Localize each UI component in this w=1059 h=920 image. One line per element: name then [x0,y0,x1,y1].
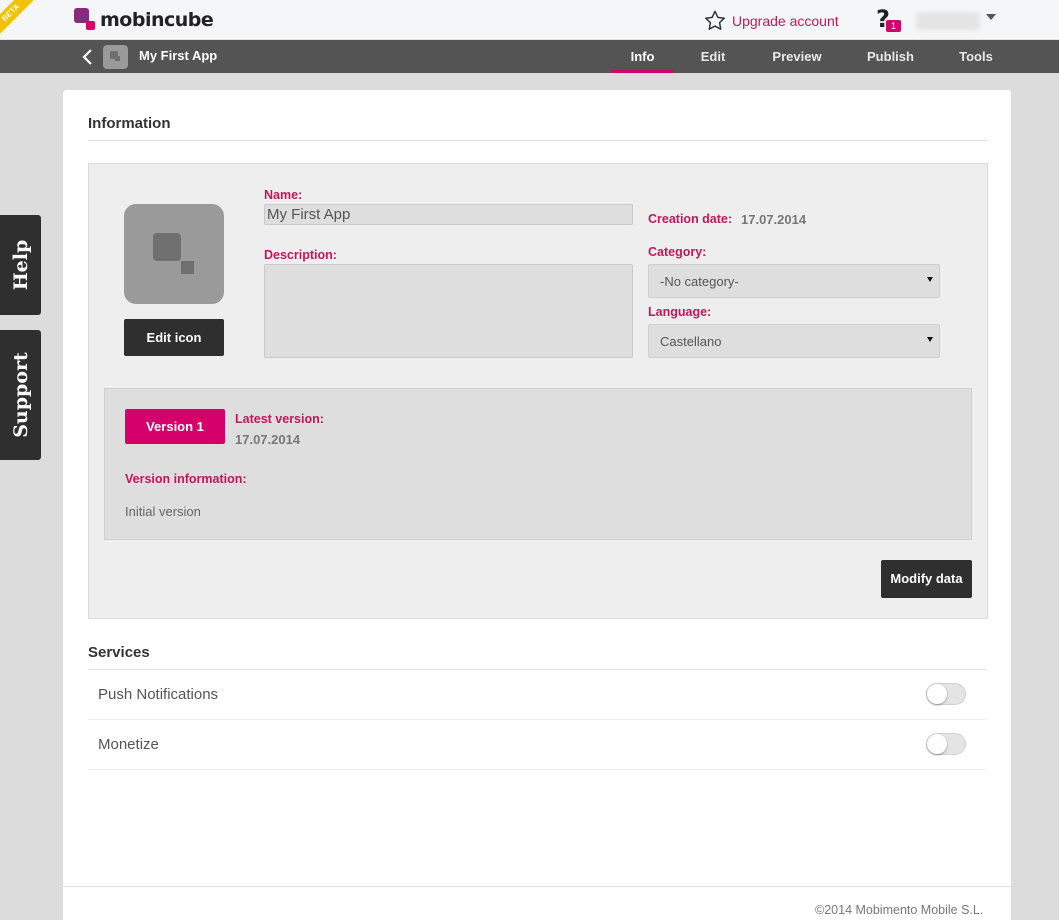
dropdown-arrow-icon [927,277,933,282]
logo[interactable]: mobincube [74,7,214,33]
user-menu[interactable] [916,12,998,30]
logo-icon [74,8,96,32]
language-label: Language: [648,305,712,319]
upgrade-account-link[interactable]: Upgrade account [704,10,839,31]
description-field[interactable] [264,264,633,358]
top-header: BETA mobincube Upgrade account ? 1 [0,0,1059,40]
star-icon [704,10,726,30]
version-panel: Version 1 Latest version: 17.07.2014 Ver… [104,388,972,540]
upgrade-account-label: Upgrade account [732,12,839,29]
services-title: Services [88,644,150,661]
dropdown-arrow-icon [927,337,933,342]
information-title: Information [88,115,171,132]
divider [88,140,988,141]
version-info-value: Initial version [125,504,201,519]
app-icon-large [124,204,224,304]
tab-info[interactable]: Info [611,40,674,73]
version-button[interactable]: Version 1 [125,409,225,444]
information-panel: Edit icon Name: My First App Description… [88,163,988,619]
help-button[interactable]: ? 1 [876,6,902,34]
language-select-value: Castellano [660,334,722,349]
beta-ribbon: BETA [0,0,38,40]
name-label: Name: [264,188,303,202]
edit-icon-button[interactable]: Edit icon [124,319,224,356]
tab-tools[interactable]: Tools [950,40,1002,73]
tab-preview[interactable]: Preview [764,40,830,73]
back-button[interactable] [80,48,96,66]
footer-divider [63,886,1011,887]
service-label: Monetize [98,736,159,753]
user-name-blurred [916,12,980,30]
language-select[interactable]: Castellano [648,324,940,358]
toggle-knob [927,734,947,754]
app-title: My First App [139,48,218,63]
support-side-tab-label: Support [9,352,32,438]
latest-version-value: 17.07.2014 [235,432,301,447]
main-card: Information Edit icon Name: My First App… [63,90,1011,920]
app-nav-bar: My First App Info Edit Preview Publish T… [0,40,1059,73]
toggle-knob [927,684,947,704]
support-side-tab[interactable]: Support [0,330,41,460]
name-field[interactable]: My First App [264,204,633,225]
logo-text: mobincube [100,9,214,31]
service-row-monetize: Monetize [88,720,986,770]
monetize-toggle[interactable] [926,733,966,755]
chevron-left-icon [82,49,92,65]
notification-badge: 1 [886,20,901,32]
chevron-down-icon [986,14,996,20]
latest-version-label: Latest version: [235,412,324,426]
footer-copyright: ©2014 Mobimento Mobile S.L. [815,903,984,917]
description-label: Description: [264,248,337,262]
creation-date-value: 17.07.2014 [741,212,807,227]
app-icon-small [103,45,128,69]
version-info-label: Version information: [125,472,247,486]
service-label: Push Notifications [98,686,219,703]
tab-edit[interactable]: Edit [691,40,735,73]
tab-publish[interactable]: Publish [859,40,922,73]
service-row-push-notifications: Push Notifications [88,670,986,720]
modify-data-button[interactable]: Modify data [881,560,972,598]
category-select-value: -No category- [660,274,739,289]
category-select[interactable]: -No category- [648,264,940,298]
creation-date-label: Creation date: [648,212,733,226]
name-field-value: My First App [267,206,351,223]
help-side-tab[interactable]: Help [0,215,41,315]
category-label: Category: [648,245,707,259]
push-notifications-toggle[interactable] [926,683,966,705]
help-side-tab-label: Help [9,239,32,291]
